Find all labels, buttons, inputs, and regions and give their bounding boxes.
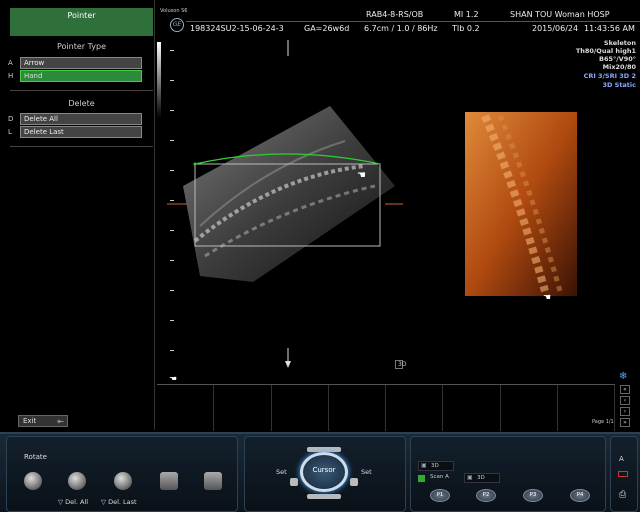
depth-label: 6.7cm / 1.0 / 86Hz	[364, 24, 438, 33]
thumbnail-slot[interactable]	[501, 385, 558, 431]
p1-button[interactable]: P1	[430, 489, 450, 502]
scan-checkbox[interactable]	[418, 475, 425, 482]
divider	[10, 146, 153, 147]
time-label: 11:43:56 AM	[584, 24, 635, 33]
thumbnail-slot[interactable]	[272, 385, 329, 431]
delete-all-button[interactable]: Delete All	[20, 113, 142, 125]
tib-label: TIb 0.2	[452, 24, 480, 33]
page-label: Page 1/1	[592, 419, 614, 425]
pointer-header: Pointer	[10, 8, 153, 36]
cursor-arc-bottom	[307, 494, 341, 499]
hand-pointer-icon: ☚	[357, 170, 366, 181]
del-last-knob[interactable]	[114, 472, 132, 490]
hand-cursor-icon: ☚	[543, 293, 551, 303]
delete-last-button[interactable]: Delete Last	[20, 126, 142, 138]
exit-label: Exit	[23, 417, 37, 425]
scan-label: Scan A	[430, 474, 449, 480]
left-panel: Pointer Pointer Type A Arrow H Hand Dele…	[0, 0, 155, 430]
del-all-label: ▽ Del. All	[58, 498, 89, 506]
exit-arrow-icon: ⇤	[57, 417, 64, 426]
del-all-knob[interactable]	[68, 472, 86, 490]
pointer-option-hand[interactable]: H Hand	[8, 70, 142, 82]
ge-logo-icon: GE	[170, 18, 184, 32]
3d-render-image	[465, 112, 577, 296]
hospital-label: SHAN TOU Woman HOSP	[510, 10, 610, 19]
ga-label: GA=26w6d	[304, 24, 350, 33]
field2-value: 3D	[477, 475, 485, 481]
exit-button[interactable]: Exit ⇤	[18, 415, 68, 427]
bmode-slice-image	[183, 106, 395, 282]
blank-knob[interactable]	[204, 472, 222, 490]
brand-label: Voluson S6	[160, 8, 188, 14]
next-page-icon[interactable]: ›	[620, 407, 630, 416]
arrow-button[interactable]: Arrow	[20, 57, 142, 69]
preset-field-1[interactable]: ▣ 3D	[418, 461, 454, 471]
hand-button[interactable]: Hand	[20, 70, 142, 82]
delete-option-all[interactable]: D Delete All	[8, 113, 142, 125]
rotate-knob[interactable]	[24, 472, 42, 490]
delete-option-last[interactable]: L Delete Last	[8, 126, 142, 138]
top-info-row-1: RAB4-8-RS/OB MI 1.2 SHAN TOU Woman HOSP	[186, 8, 640, 22]
date-label: 2015/06/24	[532, 24, 579, 33]
thumbnail-slot[interactable]	[443, 385, 501, 431]
prev-page-icon[interactable]: ‹	[620, 396, 630, 405]
rotate-label: Rotate	[24, 453, 47, 461]
a-button[interactable]: A	[619, 455, 624, 463]
thumbnail-slot[interactable]	[329, 385, 386, 431]
set-right-button[interactable]: Set	[361, 468, 372, 476]
option-key: D	[8, 115, 14, 123]
thumbnail-strip	[157, 384, 615, 431]
thumbnail-slot[interactable]	[157, 385, 215, 431]
cursor-arc-right	[350, 478, 358, 486]
pointer-option-arrow[interactable]: A Arrow	[8, 57, 142, 69]
first-page-icon[interactable]: «	[620, 385, 630, 394]
p4-button[interactable]: P4	[570, 489, 590, 502]
freeze-icon: ❄	[619, 371, 628, 382]
preset-field-2[interactable]: ▣ 3D	[464, 473, 500, 483]
p2-button[interactable]: P2	[476, 489, 496, 502]
record-icon[interactable]	[618, 471, 628, 477]
option-key: H	[8, 72, 14, 80]
cursor-arc-left	[290, 478, 298, 486]
divider	[10, 90, 153, 91]
delete-title: Delete	[68, 99, 95, 108]
pointer-type-title: Pointer Type	[57, 42, 106, 51]
monitor-icon: ▣	[421, 462, 427, 469]
p3-button[interactable]: P3	[523, 489, 543, 502]
ultrasound-screen: Pointer Pointer Type A Arrow H Hand Dele…	[0, 0, 640, 512]
cursor-marker-icon: ☚	[169, 375, 177, 380]
top-info-row-2: 198324SU2-15-06-24-3 GA=26w6d 6.7cm / 1.…	[186, 22, 640, 36]
thumbnail-slot[interactable]	[214, 385, 272, 431]
mi-label: MI 1.2	[454, 10, 479, 19]
probe-label: RAB4-8-RS/OB	[366, 10, 424, 19]
last-page-icon[interactable]: »	[620, 418, 630, 427]
thumbnail-slot[interactable]	[386, 385, 444, 431]
cursor-label: Cursor	[312, 466, 336, 474]
scan-viewport[interactable]: ☚ ☚ ☚	[155, 36, 640, 380]
option-key: L	[8, 128, 12, 136]
render-mode-label: 3D	[398, 361, 407, 368]
blank-knob[interactable]	[160, 472, 178, 490]
set-left-button[interactable]: Set	[276, 468, 287, 476]
field1-value: 3D	[431, 463, 439, 469]
monitor-icon: ▣	[467, 474, 473, 481]
print-icon[interactable]: ⎙	[619, 490, 626, 500]
del-last-label: ▽ Del. Last	[101, 498, 137, 506]
patient-id: 198324SU2-15-06-24-3	[190, 24, 284, 33]
option-key: A	[8, 59, 13, 67]
